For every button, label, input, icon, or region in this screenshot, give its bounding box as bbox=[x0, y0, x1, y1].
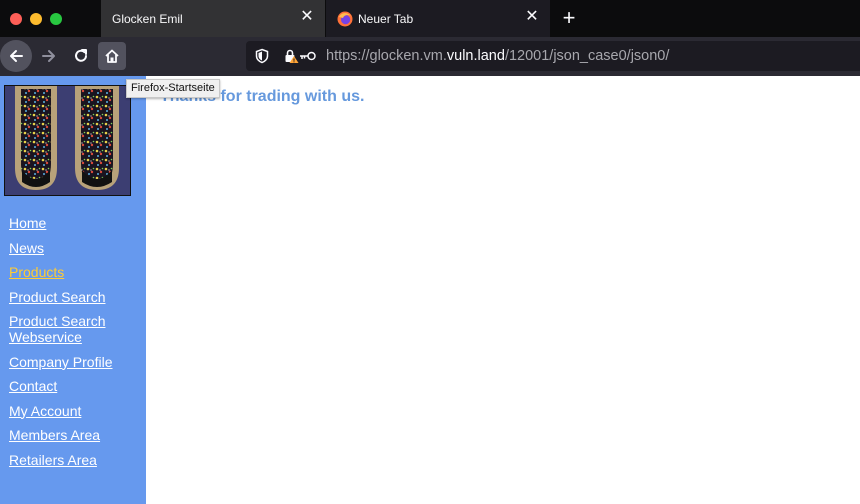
tab-new-tab[interactable]: Neuer Tab ✕ bbox=[326, 0, 550, 37]
window-zoom-button[interactable] bbox=[50, 13, 62, 25]
menu-link-company-profile[interactable]: Company Profile bbox=[9, 354, 113, 370]
menu-item: Products bbox=[9, 264, 143, 280]
menu-item: My Account bbox=[9, 403, 143, 419]
menu-link-products[interactable]: Products bbox=[9, 264, 64, 280]
menu-link-my-account[interactable]: My Account bbox=[9, 403, 81, 419]
arrow-left-icon bbox=[10, 50, 23, 62]
home-button-tooltip: Firefox-Startseite bbox=[126, 79, 220, 98]
home-icon bbox=[105, 49, 119, 63]
insecure-lock-warning-icon[interactable] bbox=[283, 48, 299, 64]
reload-button[interactable] bbox=[65, 40, 97, 72]
tab-close-icon[interactable]: ✕ bbox=[524, 9, 540, 25]
site-logo-image bbox=[4, 85, 131, 196]
menu-link-retailers-area[interactable]: Retailers Area bbox=[9, 452, 97, 468]
key-icon[interactable] bbox=[299, 50, 317, 62]
menu-item: Home bbox=[9, 215, 143, 231]
tab-strip: Glocken Emil ✕ Neuer Tab ✕ + bbox=[0, 0, 860, 37]
site-navigation-menu: Home News Products Product Search Produc… bbox=[9, 215, 143, 476]
reload-icon bbox=[75, 49, 87, 62]
menu-link-members-area[interactable]: Members Area bbox=[9, 427, 100, 443]
menu-item: Product Search bbox=[9, 289, 143, 305]
site-sidebar: Home News Products Product Search Produc… bbox=[0, 76, 146, 504]
url-path: /12001/json_case0/json0/ bbox=[504, 48, 670, 64]
address-bar[interactable]: https://glocken.vm.vuln.land/12001/json_… bbox=[246, 41, 860, 71]
menu-link-home[interactable]: Home bbox=[9, 215, 46, 231]
menu-link-contact[interactable]: Contact bbox=[9, 378, 57, 394]
menu-item: Members Area bbox=[9, 427, 143, 443]
window-minimize-button[interactable] bbox=[30, 13, 42, 25]
arrow-right-icon bbox=[42, 50, 55, 62]
url-text[interactable]: https://glocken.vm.vuln.land/12001/json_… bbox=[326, 48, 669, 64]
menu-item: Product Search Webservice bbox=[9, 313, 143, 345]
menu-item: Contact bbox=[9, 378, 143, 394]
url-prefix: https://glocken.vm. bbox=[326, 48, 447, 64]
tracking-protection-shield-icon[interactable] bbox=[254, 48, 270, 64]
menu-item: Retailers Area bbox=[9, 452, 143, 468]
firefox-icon bbox=[337, 11, 353, 27]
back-button[interactable] bbox=[0, 40, 32, 72]
tab-close-icon[interactable]: ✕ bbox=[299, 9, 315, 25]
url-host: vuln.land bbox=[446, 48, 505, 64]
menu-link-product-search[interactable]: Product Search bbox=[9, 289, 106, 305]
window-close-button[interactable] bbox=[10, 13, 22, 25]
menu-item: Company Profile bbox=[9, 354, 143, 370]
home-button[interactable] bbox=[98, 42, 126, 70]
decorated-bells-illustration bbox=[5, 86, 130, 195]
menu-item: News bbox=[9, 240, 143, 256]
menu-link-product-search-webservice[interactable]: Product Search Webservice bbox=[9, 313, 106, 345]
forward-button[interactable] bbox=[33, 40, 65, 72]
tab-title: Glocken Emil bbox=[112, 12, 183, 26]
new-tab-plus-icon[interactable]: + bbox=[559, 7, 579, 29]
navigation-toolbar: https://glocken.vm.vuln.land/12001/json_… bbox=[0, 37, 860, 76]
tab-glocken-emil[interactable]: Glocken Emil ✕ bbox=[101, 0, 325, 37]
tab-title: Neuer Tab bbox=[358, 12, 414, 26]
menu-link-news[interactable]: News bbox=[9, 240, 44, 256]
